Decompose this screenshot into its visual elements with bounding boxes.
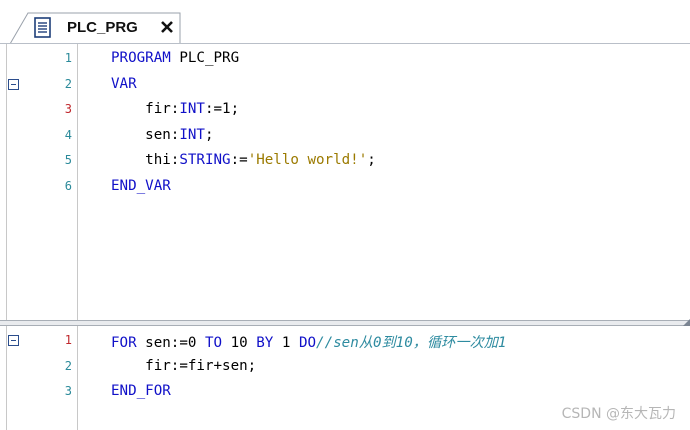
line-number: 2 xyxy=(64,76,72,91)
line-number: 6 xyxy=(64,178,72,193)
keyword-token: INT xyxy=(179,101,205,117)
code-line[interactable]: 2 fir:=fir+sen; xyxy=(6,355,690,380)
code-token: sen: xyxy=(111,126,180,143)
keyword-token: END_FOR xyxy=(111,383,171,399)
code-text[interactable]: VAR xyxy=(111,76,137,92)
code-text[interactable]: PROGRAM PLC_PRG xyxy=(111,50,239,66)
declaration-editor[interactable]: 1 PROGRAM PLC_PRG 2 VAR 3 fir:INT:=1; 4 sen:I… xyxy=(6,44,690,320)
keyword-token: BY xyxy=(256,335,274,351)
line-number: 2 xyxy=(64,358,72,373)
keyword-token: STRING xyxy=(179,152,231,168)
code-line[interactable]: 1 FOR sen:=0 TO 10 BY 1 DO//sen从0到10，循环一次… xyxy=(6,329,690,354)
keyword-token: END_VAR xyxy=(111,177,171,194)
document-icon xyxy=(34,17,51,38)
code-token: ; xyxy=(367,152,376,168)
keyword-token: VAR xyxy=(111,75,137,92)
code-token: fir:=fir+sen; xyxy=(111,357,257,374)
tab-plc-prg[interactable]: PLC_PRG xyxy=(10,12,182,44)
code-line[interactable]: 4 sen:INT; xyxy=(6,124,690,149)
code-token: 1 xyxy=(273,335,299,351)
line-number: 4 xyxy=(64,127,72,142)
code-token: PLC_PRG xyxy=(170,50,240,66)
code-text[interactable]: thi:STRING:='Hello world!'; xyxy=(111,152,376,168)
fold-toggle-icon[interactable] xyxy=(8,78,19,90)
editor-tab-strip: PLC_PRG xyxy=(0,0,690,44)
string-token: 'Hello world!' xyxy=(247,152,368,168)
line-number: 3 xyxy=(64,384,72,398)
code-line[interactable]: 3 fir:INT:=1; xyxy=(6,98,690,123)
code-line[interactable]: 6 END_VAR xyxy=(6,175,690,200)
code-text[interactable]: fir:=fir+sen; xyxy=(111,358,256,374)
tab-title: PLC_PRG xyxy=(67,19,138,36)
keyword-token: FOR xyxy=(111,335,137,351)
code-line[interactable]: 3 END_FOR xyxy=(6,380,690,405)
keyword-token: DO xyxy=(298,335,317,351)
code-text[interactable]: fir:INT:=1; xyxy=(111,101,239,117)
line-number: 1 xyxy=(64,51,72,65)
code-token: 10 xyxy=(222,335,257,351)
code-token: ; xyxy=(204,126,214,143)
line-number: 3 xyxy=(64,102,72,116)
code-line[interactable]: 1 PROGRAM PLC_PRG xyxy=(6,47,690,72)
code-token: := xyxy=(230,152,248,168)
code-text[interactable]: sen:INT; xyxy=(111,126,214,143)
code-text[interactable]: FOR sen:=0 TO 10 BY 1 DO//sen从0到10，循环一次加… xyxy=(111,332,506,352)
code-line[interactable]: 2 VAR xyxy=(6,73,690,98)
keyword-token: TO xyxy=(204,335,223,351)
close-icon[interactable] xyxy=(159,19,175,35)
comment-token: //sen从0到10，循环一次加1 xyxy=(316,335,507,351)
code-text[interactable]: END_VAR xyxy=(111,178,171,194)
code-token: thi: xyxy=(111,152,180,168)
code-text[interactable]: END_FOR xyxy=(111,383,171,399)
code-token: sen:=0 xyxy=(136,335,205,351)
code-token: fir: xyxy=(111,101,180,117)
line-number: 1 xyxy=(64,333,72,347)
keyword-token: INT xyxy=(179,126,205,143)
code-line[interactable]: 5 thi:STRING:='Hello world!'; xyxy=(6,149,690,174)
keyword-token: PROGRAM xyxy=(111,50,171,66)
code-token: :=1; xyxy=(204,101,240,117)
line-number: 5 xyxy=(64,153,72,167)
fold-toggle-icon[interactable] xyxy=(8,335,19,346)
watermark: CSDN @东大瓦力 xyxy=(561,406,676,422)
